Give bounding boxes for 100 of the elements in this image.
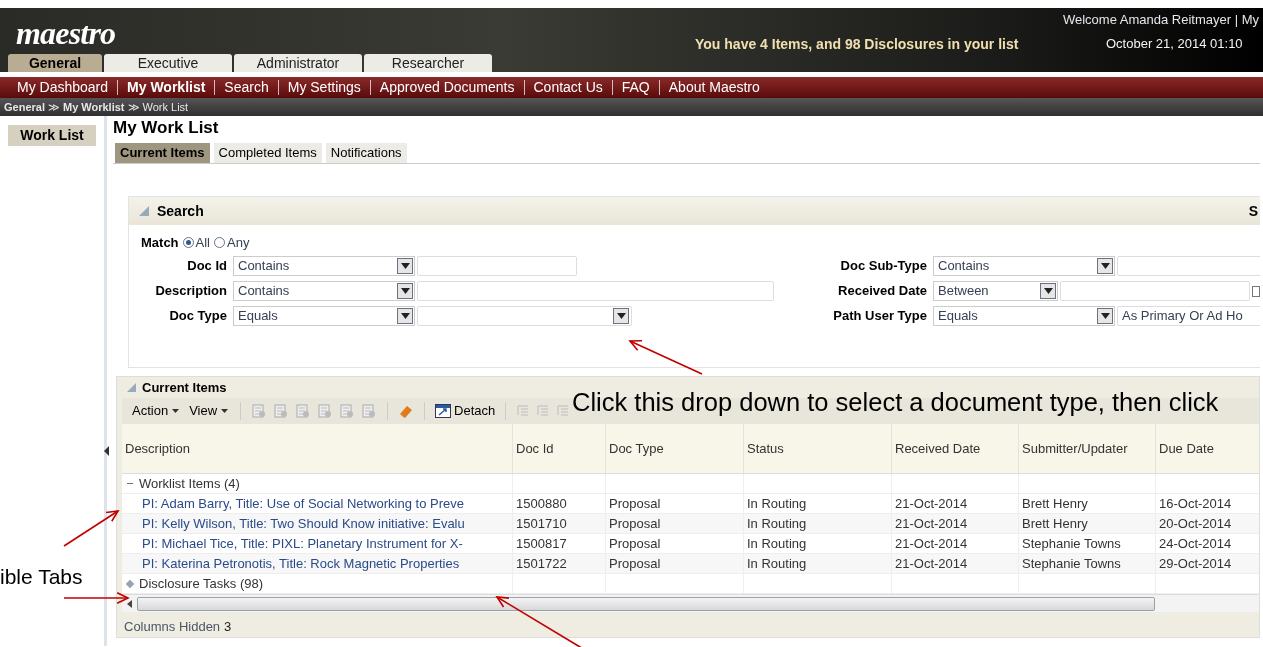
operator-dropdown[interactable]: Equals (233, 305, 415, 326)
nav-link[interactable]: Search (215, 77, 278, 98)
group-label: Worklist Items (4) (139, 474, 240, 493)
tree-lines-icon (536, 404, 551, 418)
operator-dropdown[interactable]: Between (933, 280, 1058, 301)
table-cell: 1501722 (516, 554, 567, 573)
nav-link[interactable]: My Dashboard (8, 77, 118, 98)
column-header[interactable]: Description (122, 424, 513, 473)
operator-dropdown[interactable]: Contains (233, 255, 415, 276)
breadcrumb-link[interactable]: Work List (142, 98, 189, 116)
value-dropdown[interactable] (417, 305, 632, 326)
table-cell: 21-Oct-2014 (895, 514, 968, 533)
sidebar-item[interactable]: Work List (8, 125, 96, 146)
table-cell: In Routing (747, 494, 807, 513)
document-link[interactable]: PI: Kelly Wilson, Title: Two Should Know initiative: Evalu (142, 514, 465, 533)
horizontal-scrollbar[interactable] (122, 594, 1259, 612)
dropdown-arrow-icon (400, 287, 410, 294)
nav-link[interactable]: Approved Documents (370, 77, 524, 98)
table-cell: Proposal (609, 514, 661, 533)
expander-icon[interactable] (126, 579, 134, 588)
callout-text: Click this drop down to select a document type, then click (572, 387, 1219, 418)
document-icon (362, 404, 377, 418)
nav-link[interactable]: My Settings (278, 77, 370, 98)
nav-link[interactable]: Contact Us (524, 77, 612, 98)
value-dropdown[interactable]: As Primary Or Ad Ho (1117, 305, 1260, 326)
detach-icon (435, 404, 452, 418)
text-field[interactable] (417, 280, 774, 301)
logo: maestro (16, 18, 116, 48)
item-summary: You have 4 Items, and 98 Disclosures in your list (695, 35, 1019, 54)
status-value: 3 (224, 618, 232, 637)
nav-link[interactable]: About Maestro (659, 77, 769, 98)
collapse-handle-icon (104, 444, 109, 458)
date-time: October 21, 2014 01:10 (1106, 35, 1243, 53)
caret-icon (172, 409, 180, 413)
document-link[interactable]: PI: Adam Barry, Title: Use of Social Networking to Preve (142, 494, 464, 513)
table-cell: Stephanie Towns (1022, 534, 1121, 553)
status-label: Columns Hidden (124, 618, 221, 637)
table-cell: 24-Oct-2014 (1159, 534, 1232, 553)
table-cell: Proposal (609, 494, 661, 513)
role-tab[interactable]: General (8, 54, 102, 72)
column-header[interactable]: Due Date (1156, 424, 1259, 473)
menu-button[interactable]: View (187, 401, 231, 421)
column-header[interactable]: Status (744, 424, 892, 473)
collapse-triangle-icon (139, 206, 149, 216)
caret-icon (221, 409, 229, 413)
table-cell: 21-Oct-2014 (895, 534, 968, 553)
role-tab[interactable]: Executive (104, 54, 232, 72)
radio-option[interactable]: All (182, 233, 210, 253)
radio-option[interactable]: Any (214, 233, 250, 253)
page-title: My Work List (113, 118, 220, 138)
table-cell: Stephanie Towns (1022, 554, 1121, 573)
table-cell: In Routing (747, 514, 807, 533)
table-cell: Brett Henry (1022, 514, 1088, 533)
table-cell: 16-Oct-2014 (1159, 494, 1232, 513)
panel-header-text: S (1248, 201, 1258, 221)
dropdown-arrow-icon (400, 262, 410, 269)
nav-link[interactable]: My Worklist (118, 77, 215, 98)
table-cell: 1500880 (516, 494, 567, 513)
menu-button[interactable]: Action (130, 401, 182, 421)
welcome-text: Welcome Amanda Reitmayer | My (1062, 11, 1259, 29)
table-cell: 20-Oct-2014 (1159, 514, 1232, 533)
document-icon (340, 404, 355, 418)
column-header[interactable]: Doc Id (513, 424, 606, 473)
table-cell: Proposal (609, 554, 661, 573)
column-header[interactable]: Doc Type (606, 424, 744, 473)
breadcrumb-separator: ≫ (127, 99, 140, 115)
document-icon (318, 404, 333, 418)
column-header[interactable]: Submitter/Updater (1019, 424, 1156, 473)
table-cell: Proposal (609, 534, 661, 553)
role-tab[interactable]: Administrator (234, 54, 362, 72)
document-icon (252, 404, 267, 418)
content-tab[interactable]: Current Items (115, 143, 210, 163)
pointer-arrow (63, 592, 130, 604)
date-field[interactable] (1060, 280, 1250, 301)
breadcrumb-link[interactable]: My Worklist (62, 98, 125, 116)
operator-dropdown[interactable]: Contains (933, 255, 1115, 276)
tree-lines-icon (556, 404, 571, 418)
content-tab[interactable]: Completed Items (213, 143, 322, 163)
eraser-icon (398, 403, 415, 419)
text-field[interactable] (1117, 255, 1260, 276)
text-field[interactable] (417, 255, 577, 276)
nav-link[interactable]: FAQ (612, 77, 659, 98)
table-cell: In Routing (747, 554, 807, 573)
column-header[interactable]: Received Date (892, 424, 1019, 473)
group-label: Disclosure Tasks (98) (139, 574, 264, 593)
panel-title: Current Items (142, 378, 227, 397)
dropdown-arrow-icon (616, 312, 626, 319)
content-tab[interactable]: Notifications (325, 143, 407, 163)
field-label: Path User Type (832, 306, 928, 325)
operator-dropdown[interactable]: Equals (933, 305, 1115, 326)
field-label: Doc Type (168, 306, 228, 325)
field-label: Doc Sub-Type (839, 256, 928, 275)
breadcrumb-link[interactable]: General (4, 98, 45, 116)
table-cell: 1501710 (516, 514, 567, 533)
operator-dropdown[interactable]: Contains (233, 280, 415, 301)
document-link[interactable]: PI: Michael Tice, Title: PIXL: Planetary Instrument for X- (142, 534, 463, 553)
role-tab[interactable]: Researcher (364, 54, 492, 72)
field-label: Description (154, 281, 228, 300)
document-link[interactable]: PI: Katerina Petronotis, Title: Rock Magnetic Properties (142, 554, 460, 573)
detach-button[interactable]: Detach (435, 401, 496, 421)
